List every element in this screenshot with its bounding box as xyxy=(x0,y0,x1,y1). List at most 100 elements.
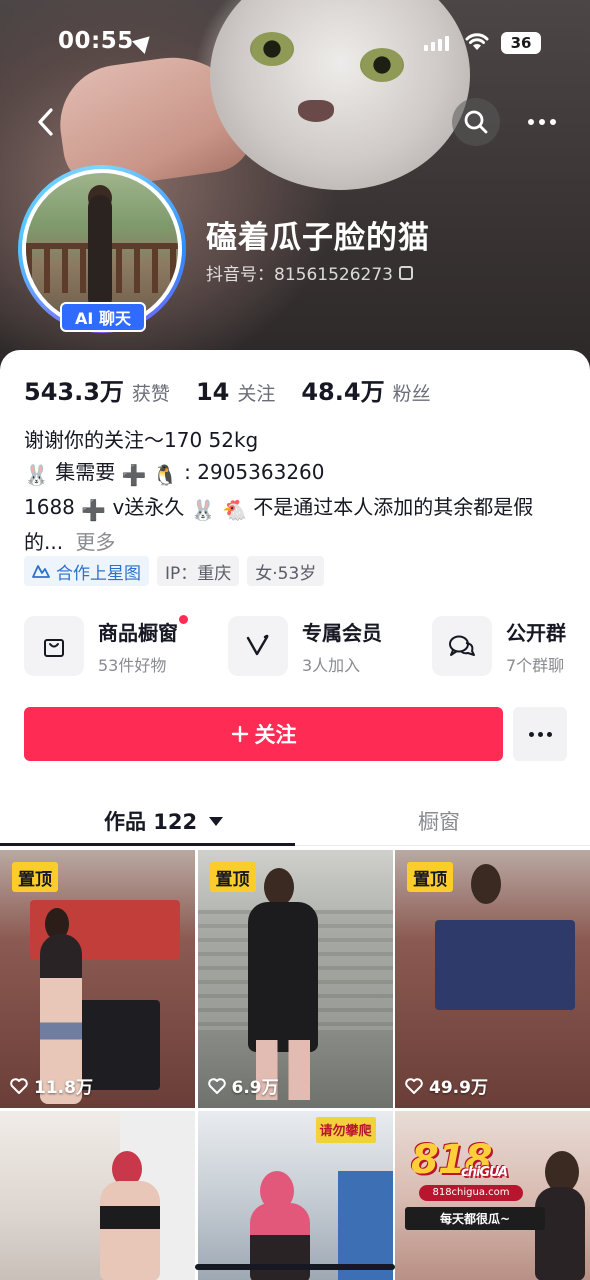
bio-line: 谢谢你的关注～170 52kg xyxy=(24,428,259,452)
more-dot-icon xyxy=(546,731,552,737)
sign-text: 请勿攀爬 xyxy=(315,1116,376,1143)
bio-text: 1688 xyxy=(24,495,75,519)
rabbit-emoji-icon: 🐰 xyxy=(190,498,216,522)
back-arrow-icon xyxy=(38,108,53,136)
service-title: 专属会员 xyxy=(302,620,382,645)
plus-icon xyxy=(231,725,248,743)
video-thumbnail[interactable]: 818 chiGUA 818chigua.com 每天都很瓜~ xyxy=(395,1110,590,1280)
status-time: 00:55 xyxy=(58,28,134,54)
video-thumbnail[interactable]: 请勿攀爬 xyxy=(197,1110,393,1280)
profile-panel: 543.3万 获赞 14 关注 48.4万 粉丝 谢谢你的关注～170 52kg… xyxy=(0,350,590,1280)
active-tab-indicator xyxy=(0,843,295,846)
profile-services: 商品橱窗 53件好物 专属会员 3人加入 公开群 7个群聊 xyxy=(24,614,590,676)
heart-outline-icon xyxy=(405,1077,423,1094)
pinned-badge: 置顶 xyxy=(12,862,58,892)
service-subtitle: 3人加入 xyxy=(302,655,361,675)
bio-text: 不是通过本人添加的其余都是假 xyxy=(253,495,534,519)
content-tabs: 作品 122 橱窗 xyxy=(0,798,590,846)
service-subtitle: 7个群聊 xyxy=(506,655,565,675)
tag-star-map[interactable]: 合作上星图 xyxy=(24,556,149,586)
shopping-bag-icon xyxy=(44,639,64,657)
bio-text: 的... xyxy=(24,530,64,554)
search-icon xyxy=(464,110,488,134)
pinned-badge: 置顶 xyxy=(209,862,256,892)
bio-line: 1688 ➕ v送永久 🐰 🐔 不是通过本人添加的其余都是假 xyxy=(24,491,569,526)
cellular-signal-icon xyxy=(424,36,449,51)
more-options-button[interactable] xyxy=(516,98,568,146)
chat-group-icon xyxy=(449,635,475,656)
service-showcase[interactable]: 商品橱窗 53件好物 xyxy=(24,614,228,676)
service-public-group[interactable]: 公开群 7个群聊 xyxy=(432,616,590,676)
douyin-id-text: 抖音号：81561526273 xyxy=(206,265,393,285)
more-dot-icon xyxy=(539,119,545,125)
bio-qq-number: : 2905363260 xyxy=(184,460,325,484)
stat-followers[interactable]: 48.4万 粉丝 xyxy=(301,372,430,407)
follow-label: 关注 xyxy=(254,723,297,747)
ad-slogan: 每天都很瓜~ xyxy=(405,1206,545,1230)
works-grid: 置顶 11.8万 置顶 6.9万 置顶 49.9万 请勿攀爬 818 chiGU… xyxy=(0,850,590,1280)
stat-likes[interactable]: 543.3万 获赞 xyxy=(24,372,170,407)
rabbit-emoji-icon: 🐰 xyxy=(24,463,49,487)
ad-logo: 818 chiGUA xyxy=(411,1136,508,1183)
profile-bio[interactable]: 谢谢你的关注～170 52kg 🐰 集需要 ➕ 🐧 : 2905363260 1… xyxy=(24,424,569,558)
plus-emoji-icon: ➕ xyxy=(121,463,147,487)
location-arrow-icon xyxy=(131,29,157,55)
home-indicator xyxy=(195,1264,395,1270)
stat-value: 48.4万 xyxy=(301,378,385,406)
tab-label: 作品 122 xyxy=(104,810,198,834)
battery-indicator: 36 xyxy=(501,32,541,54)
video-thumbnail[interactable] xyxy=(0,1110,195,1280)
stat-following[interactable]: 14 关注 xyxy=(196,378,275,406)
penguin-emoji-icon: 🐧 xyxy=(152,463,178,487)
caret-down-icon xyxy=(209,816,224,826)
service-title: 公开群 xyxy=(506,620,566,645)
follow-button[interactable]: 关注 xyxy=(24,707,503,761)
video-likes: 49.9万 xyxy=(405,1073,488,1098)
douyin-id-row[interactable]: 抖音号：81561526273 xyxy=(206,260,413,285)
video-thumbnail[interactable]: 置顶 6.9万 xyxy=(197,850,393,1108)
cover-cat-nose xyxy=(298,100,334,122)
more-dot-icon xyxy=(550,119,556,125)
star-map-icon xyxy=(32,565,50,578)
tag-label: 合作上星图 xyxy=(56,563,141,584)
v-member-icon xyxy=(246,634,269,656)
wifi-icon xyxy=(465,33,489,50)
tag-label: IP：重庆 xyxy=(165,563,232,584)
stat-label: 获赞 xyxy=(131,383,170,405)
bio-text: 集需要 xyxy=(55,460,116,484)
video-likes: 11.8万 xyxy=(10,1073,93,1098)
ai-chat-label: AI 聊天 xyxy=(75,309,131,328)
ai-chat-badge[interactable]: AI 聊天 xyxy=(60,302,146,332)
chicken-emoji-icon: 🐔 xyxy=(222,498,247,522)
plus-emoji-icon: ➕ xyxy=(81,498,107,522)
video-thumbnail[interactable]: 置顶 49.9万 xyxy=(395,850,590,1108)
service-subtitle: 53件好物 xyxy=(98,655,167,675)
service-title: 商品橱窗 xyxy=(98,614,188,646)
tag-gender-age: 女·53岁 xyxy=(247,556,325,586)
tag-label: 女·53岁 xyxy=(255,563,317,584)
profile-stats: 543.3万 获赞 14 关注 48.4万 粉丝 xyxy=(24,372,457,407)
pinned-badge: 置顶 xyxy=(407,862,453,892)
bio-line: 的... 更多 xyxy=(24,526,569,558)
more-actions-button[interactable] xyxy=(513,707,567,761)
copy-icon[interactable] xyxy=(398,265,413,280)
notification-dot xyxy=(179,614,188,624)
service-membership[interactable]: 专属会员 3人加入 xyxy=(228,616,432,676)
bio-text: v送永久 xyxy=(112,495,185,519)
stat-label: 粉丝 xyxy=(392,383,431,405)
more-dot-icon xyxy=(528,119,534,125)
back-button[interactable] xyxy=(26,100,66,144)
video-likes: 6.9万 xyxy=(207,1073,279,1098)
tab-showcase[interactable]: 橱窗 xyxy=(418,806,460,836)
heart-outline-icon xyxy=(207,1077,226,1094)
bio-more-link[interactable]: 更多 xyxy=(75,530,115,554)
more-dot-icon xyxy=(537,731,543,737)
search-button[interactable] xyxy=(452,98,500,146)
action-row: 关注 xyxy=(24,707,567,761)
bio-line: 🐰 集需要 ➕ 🐧 : 2905363260 xyxy=(24,456,569,491)
video-thumbnail[interactable]: 置顶 11.8万 xyxy=(0,850,195,1108)
profile-nickname: 磕着瓜子脸的猫 xyxy=(206,220,430,256)
tag-ip-location: IP：重庆 xyxy=(157,556,240,586)
tab-works[interactable]: 作品 122 xyxy=(104,806,224,836)
profile-tags: 合作上星图 IP：重庆 女·53岁 xyxy=(24,556,325,586)
